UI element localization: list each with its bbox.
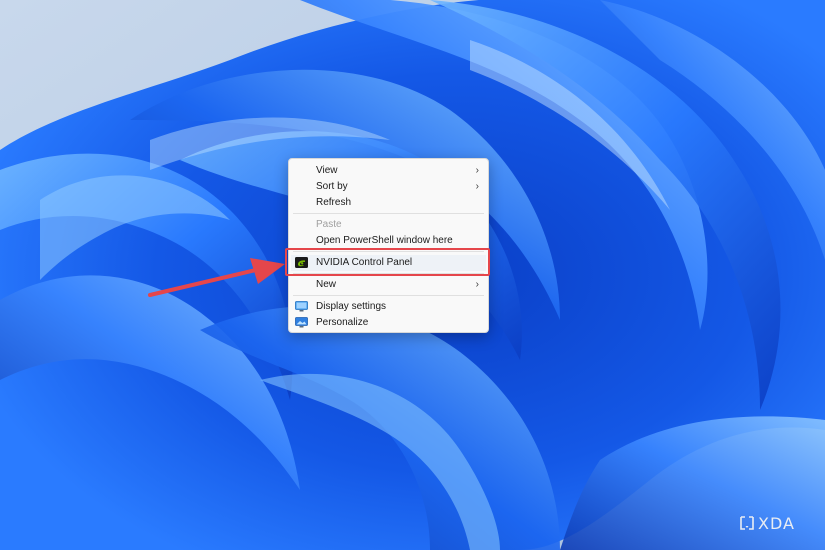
- menu-item-sort-by[interactable]: Sort by ›: [291, 179, 486, 195]
- menu-item-display-settings[interactable]: Display settings: [291, 299, 486, 315]
- display-icon: [295, 301, 308, 312]
- menu-item-refresh[interactable]: Refresh: [291, 195, 486, 211]
- watermark-text: XDA: [758, 513, 795, 533]
- menu-item-label: Personalize: [316, 317, 369, 328]
- desktop-context-menu: View › Sort by › Refresh Paste Open Powe…: [288, 158, 489, 333]
- menu-item-label: Open PowerShell window here: [316, 235, 453, 246]
- menu-item-new[interactable]: New ›: [291, 277, 486, 293]
- xda-watermark: XDA: [739, 513, 795, 533]
- menu-item-label: New: [316, 279, 337, 290]
- menu-item-personalize[interactable]: Personalize: [291, 315, 486, 331]
- chevron-right-icon: ›: [475, 279, 479, 290]
- menu-item-open-powershell[interactable]: Open PowerShell window here: [291, 233, 486, 249]
- menu-separator: [293, 213, 484, 214]
- menu-item-paste: Paste: [291, 217, 486, 233]
- menu-item-view[interactable]: View ›: [291, 163, 486, 179]
- menu-item-label: Paste: [316, 219, 342, 230]
- menu-separator: [293, 295, 484, 296]
- menu-item-label: Display settings: [316, 301, 387, 312]
- chevron-right-icon: ›: [475, 165, 479, 176]
- annotation-arrow: [148, 258, 285, 297]
- menu-item-label: Sort by: [316, 181, 348, 192]
- personalize-icon: [295, 317, 308, 328]
- menu-item-label: View: [316, 165, 338, 176]
- annotation-highlight-box: [285, 248, 490, 276]
- chevron-right-icon: ›: [475, 181, 479, 192]
- menu-item-label: Refresh: [316, 197, 352, 208]
- xda-logo-icon: [740, 516, 754, 530]
